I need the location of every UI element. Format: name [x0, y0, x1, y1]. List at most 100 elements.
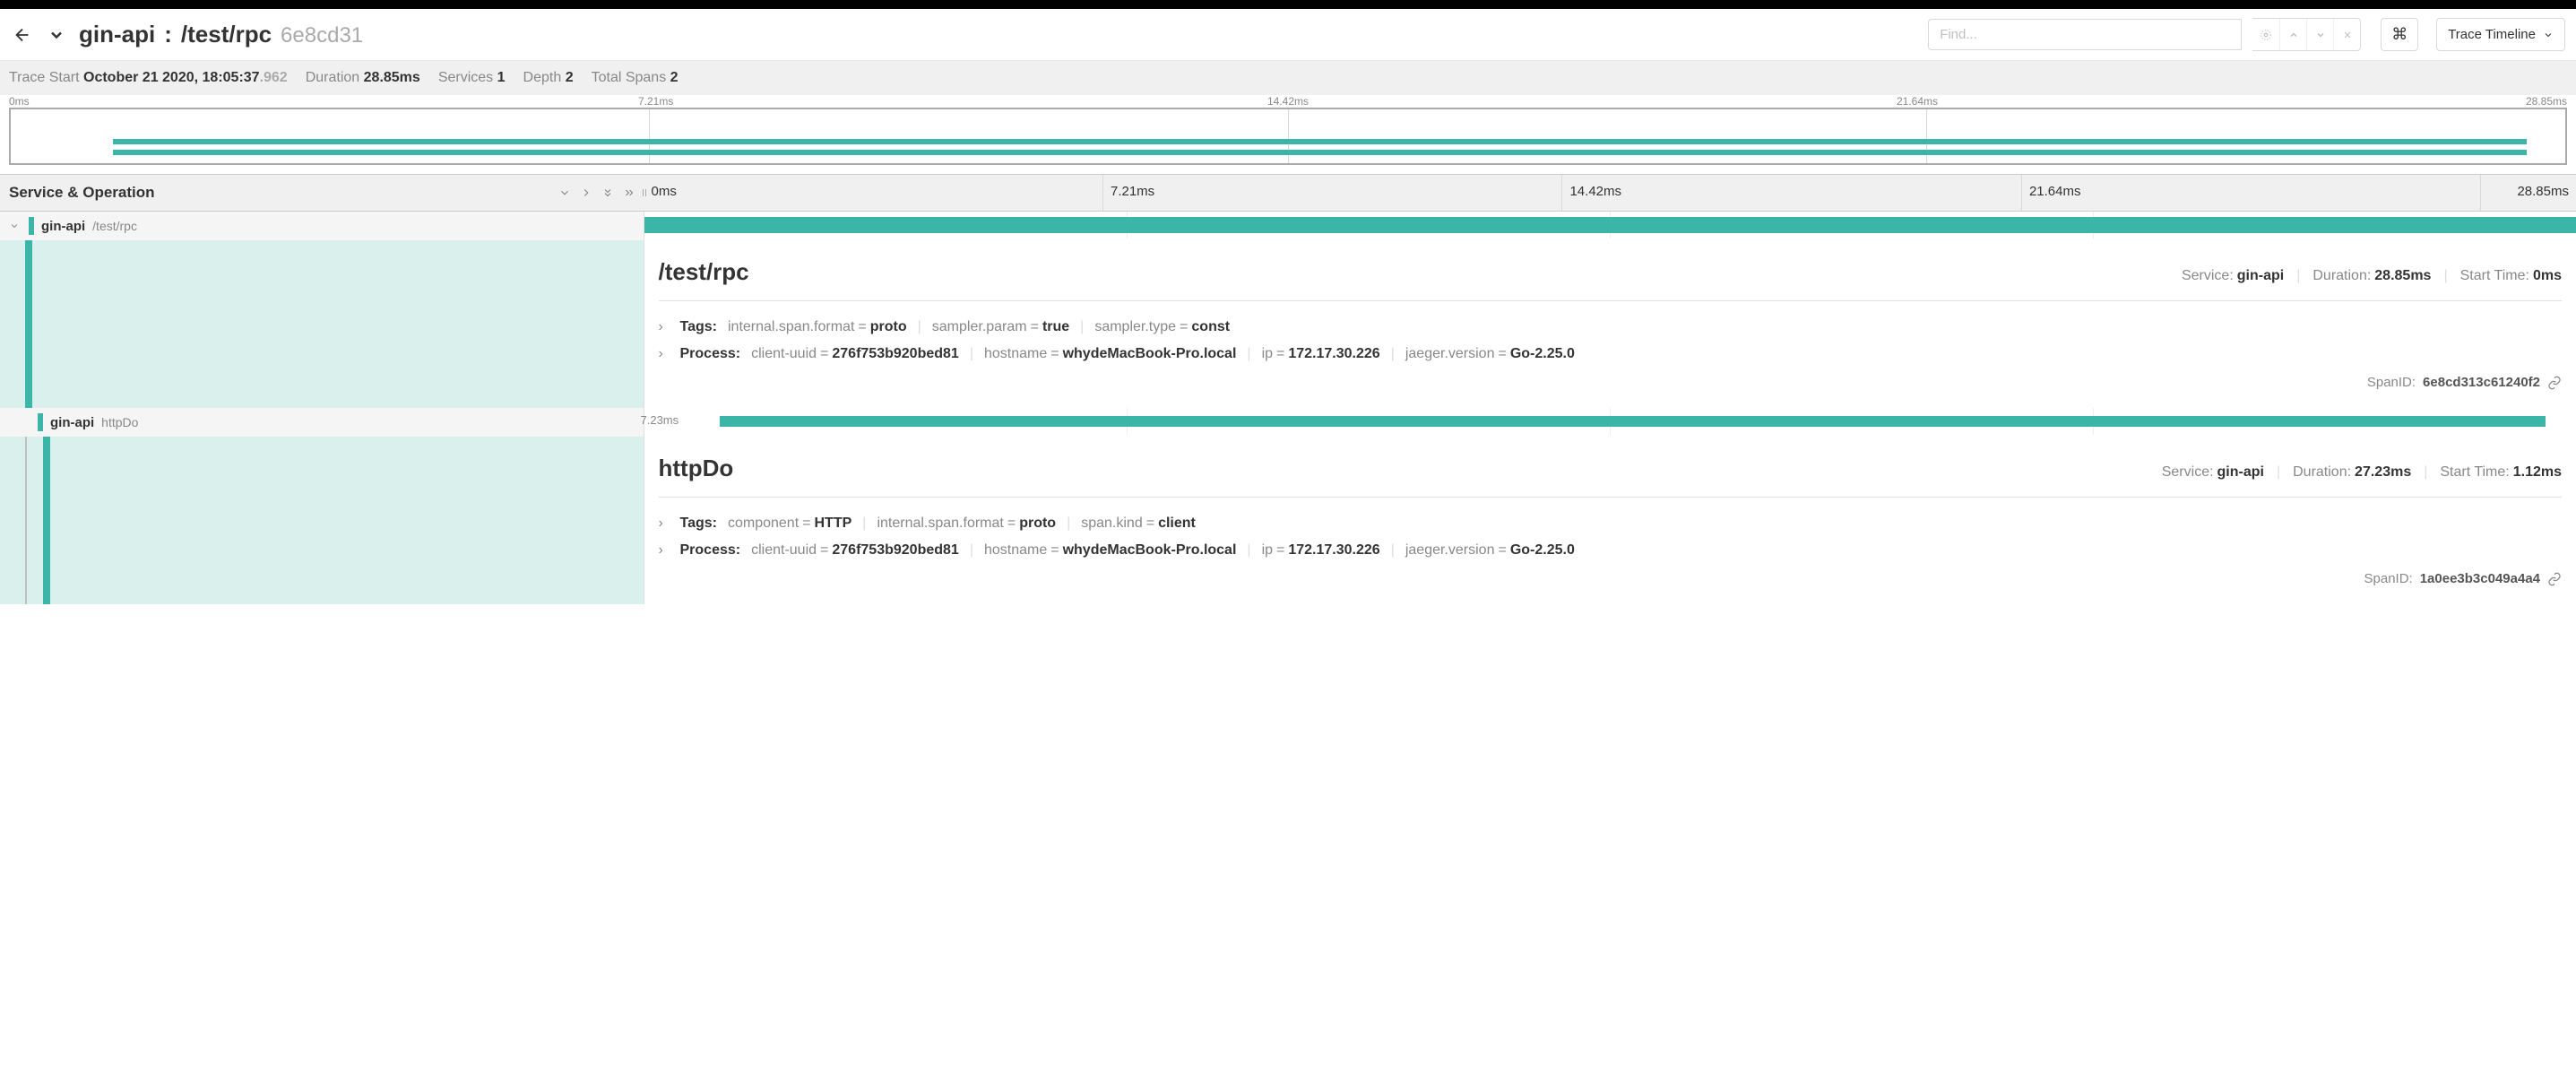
- meta-value: 1.12ms: [2513, 464, 2562, 481]
- span-bar-child: [644, 228, 2576, 233]
- summary-label: Total Spans: [592, 70, 667, 85]
- find-locate-icon[interactable]: [2252, 19, 2279, 50]
- tag-key: span.kind: [1081, 516, 1143, 532]
- span-row[interactable]: gin-api httpDo 7.23ms: [0, 408, 2576, 437]
- view-label: Trace Timeline: [2448, 27, 2536, 42]
- meta-value: gin-api: [2237, 268, 2284, 284]
- chevron-down-icon: [2543, 30, 2554, 40]
- find-input[interactable]: [1928, 19, 2242, 50]
- tick-label: 7.21ms: [1102, 175, 1561, 211]
- summary-label: Depth: [523, 70, 562, 85]
- proc-key: hostname: [984, 542, 1047, 559]
- minimap-span-bar: [113, 150, 2527, 155]
- process-row[interactable]: › Process: client-uuid = 276f753b920bed8…: [659, 341, 2563, 368]
- minimap-span-bar: [113, 139, 2527, 144]
- summary-label: Trace Start: [9, 70, 80, 85]
- trace-minimap[interactable]: [9, 108, 2567, 165]
- window-chrome: [0, 0, 2576, 9]
- tick-label: 0ms: [9, 95, 638, 108]
- tag-value: const: [1191, 319, 1230, 335]
- kv-label: Tags:: [680, 516, 717, 532]
- span-bar[interactable]: [720, 416, 2546, 427]
- tag-value: HTTP: [815, 516, 852, 532]
- span-id-row: SpanID: 6e8cd313c61240f2: [659, 368, 2563, 397]
- view-selector[interactable]: Trace Timeline: [2436, 18, 2565, 51]
- span-service: gin-api: [50, 415, 94, 430]
- service-operation-header: Service & Operation: [9, 184, 553, 202]
- tag-key: component: [728, 516, 799, 532]
- proc-value: 276f753b920bed81: [832, 542, 958, 559]
- tick-label: 14.42ms: [1561, 175, 2020, 211]
- summary-value: 2: [566, 70, 574, 85]
- kv-label: Process:: [680, 542, 741, 559]
- collapse-one-icon[interactable]: [558, 186, 571, 199]
- proc-value: 172.17.30.226: [1288, 346, 1379, 362]
- tags-row[interactable]: › Tags: component = HTTP| internal.span.…: [659, 510, 2563, 537]
- column-resize-handle[interactable]: [643, 175, 646, 211]
- chevron-right-icon: ›: [659, 319, 670, 335]
- find-clear-icon[interactable]: [2333, 19, 2360, 50]
- find-prev-icon[interactable]: [2279, 19, 2306, 50]
- meta-label: Service:: [2182, 268, 2234, 284]
- tick-label: 21.64ms: [1897, 95, 2526, 108]
- meta-value: 28.85ms: [2374, 268, 2431, 284]
- collapse-all-icon[interactable]: [601, 186, 614, 199]
- meta-label: Start Time:: [2460, 268, 2529, 284]
- span-service: gin-api: [41, 219, 85, 234]
- find-next-icon[interactable]: [2306, 19, 2333, 50]
- summary-value: 2: [670, 70, 679, 85]
- trace-title: gin-api: /test/rpc 6e8cd31: [79, 21, 363, 48]
- back-icon[interactable]: [11, 23, 34, 47]
- tick-label: 0ms: [644, 175, 1102, 211]
- tag-value: client: [1158, 516, 1196, 532]
- trace-summary: Trace Start October 21 2020, 18:05:37.96…: [0, 61, 2576, 95]
- meta-value: gin-api: [2217, 464, 2264, 481]
- chevron-right-icon: ›: [659, 542, 670, 559]
- proc-key: jaeger.version: [1405, 542, 1495, 559]
- summary-value: 1: [497, 70, 506, 85]
- tick-label: 7.21ms: [638, 95, 1267, 108]
- spanid-value: 6e8cd313c61240f2: [2423, 375, 2540, 390]
- proc-key: ip: [1262, 542, 1273, 559]
- span-id-row: SpanID: 1a0ee3b3c049a4a4: [659, 564, 2563, 593]
- tag-key: sampler.type: [1094, 319, 1176, 335]
- span-operation: /test/rpc: [92, 219, 137, 233]
- expand-one-icon[interactable]: [580, 186, 592, 199]
- span-detail: /test/rpc Service: gin-api | Duration: 2…: [0, 240, 2576, 408]
- process-row[interactable]: › Process: client-uuid = 276f753b920bed8…: [659, 537, 2563, 564]
- link-icon[interactable]: [2547, 572, 2562, 586]
- proc-value: Go-2.25.0: [1510, 542, 1575, 559]
- tag-key: internal.span.format: [728, 319, 854, 335]
- link-icon[interactable]: [2547, 376, 2562, 390]
- proc-value: Go-2.25.0: [1510, 346, 1575, 362]
- proc-key: ip: [1262, 346, 1273, 362]
- kv-label: Tags:: [680, 319, 717, 335]
- span-bar[interactable]: [644, 217, 2576, 228]
- proc-value: whydeMacBook-Pro.local: [1063, 346, 1237, 362]
- span-operation: httpDo: [101, 415, 138, 429]
- summary-value: 28.85ms: [364, 70, 420, 85]
- find-controls: [2252, 18, 2361, 51]
- keyboard-shortcut-icon[interactable]: ⌘: [2381, 18, 2418, 51]
- tick-label: 28.85ms: [2526, 95, 2567, 108]
- detail-title: /test/rpc: [659, 258, 2182, 286]
- meta-label: Duration:: [2293, 464, 2351, 481]
- meta-value: 0ms: [2533, 268, 2562, 284]
- chevron-down-icon[interactable]: [9, 221, 22, 231]
- summary-value: October 21 2020, 18:05:37: [83, 70, 260, 85]
- summary-value-ms: .962: [260, 70, 288, 85]
- tick-label: 28.85ms: [2480, 175, 2576, 211]
- tag-value: true: [1042, 319, 1069, 335]
- proc-key: client-uuid: [751, 542, 817, 559]
- tag-value: proto: [870, 319, 907, 335]
- tag-key: internal.span.format: [877, 516, 1003, 532]
- tags-row[interactable]: › Tags: internal.span.format = proto| sa…: [659, 314, 2563, 341]
- detail-indent: [0, 437, 644, 604]
- chevron-right-icon: ›: [659, 346, 670, 362]
- proc-key: client-uuid: [751, 346, 817, 362]
- minimap-ruler: 0ms 7.21ms 14.42ms 21.64ms 28.85ms: [0, 95, 2576, 108]
- chevron-down-icon[interactable]: [45, 23, 68, 47]
- span-row[interactable]: gin-api /test/rpc: [0, 212, 2576, 240]
- expand-all-icon[interactable]: [623, 186, 635, 199]
- tick-label: 21.64ms: [2021, 175, 2480, 211]
